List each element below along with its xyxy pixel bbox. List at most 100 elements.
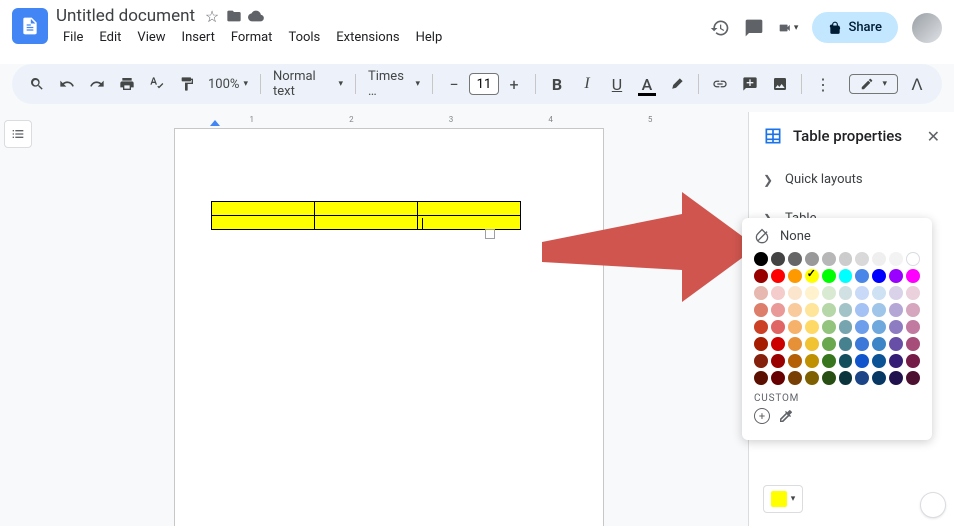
section-quick-layouts[interactable]: ❯Quick layouts [749, 160, 954, 199]
add-custom-color-icon[interactable]: + [754, 408, 770, 424]
insert-link-icon[interactable] [707, 71, 733, 97]
color-swatch[interactable] [872, 269, 886, 283]
color-swatch[interactable] [889, 371, 903, 385]
color-swatch[interactable] [771, 337, 785, 351]
color-swatch[interactable] [822, 371, 836, 385]
meet-icon[interactable]: ▾ [778, 18, 798, 38]
docs-logo[interactable] [12, 8, 48, 44]
spellcheck-icon[interactable] [144, 71, 170, 97]
horizontal-ruler[interactable]: 12345 [166, 112, 736, 128]
menu-format[interactable]: Format [224, 28, 280, 47]
document-table[interactable] [211, 201, 521, 230]
color-swatch[interactable] [788, 286, 802, 300]
color-swatch[interactable] [855, 337, 869, 351]
search-icon[interactable] [24, 71, 50, 97]
help-fab[interactable] [920, 492, 946, 518]
star-icon[interactable]: ☆ [203, 7, 221, 25]
color-swatch[interactable] [805, 371, 819, 385]
table-drag-handle[interactable] [485, 229, 495, 239]
bold-button[interactable]: B [544, 71, 570, 97]
color-swatch[interactable] [754, 354, 768, 368]
editing-mode-button[interactable]: ▾ [849, 74, 898, 94]
comment-icon[interactable] [744, 18, 764, 38]
font-size-decrease[interactable]: − [441, 71, 467, 97]
color-swatch[interactable] [839, 286, 853, 300]
color-swatch[interactable] [822, 303, 836, 317]
eyedropper-icon[interactable] [778, 408, 794, 428]
color-swatch[interactable] [889, 286, 903, 300]
color-swatch[interactable] [906, 252, 920, 266]
zoom-select[interactable]: 100%▾ [204, 77, 252, 92]
color-swatch[interactable] [872, 286, 886, 300]
color-swatch[interactable] [771, 303, 785, 317]
color-swatch[interactable] [872, 371, 886, 385]
active-cell[interactable] [418, 216, 521, 230]
color-swatch[interactable] [839, 303, 853, 317]
paint-format-icon[interactable] [174, 71, 200, 97]
color-swatch[interactable] [839, 252, 853, 266]
move-icon[interactable] [225, 7, 243, 25]
color-swatch[interactable] [822, 354, 836, 368]
color-swatch[interactable] [805, 320, 819, 334]
color-swatch[interactable] [754, 286, 768, 300]
font-size-value[interactable]: 11 [469, 73, 499, 95]
color-swatch[interactable] [754, 303, 768, 317]
color-swatch[interactable] [889, 354, 903, 368]
color-swatch[interactable] [855, 286, 869, 300]
color-swatch[interactable] [839, 269, 853, 283]
color-swatch[interactable] [771, 371, 785, 385]
color-none-option[interactable]: None [754, 228, 920, 252]
color-swatch[interactable] [872, 337, 886, 351]
color-swatch[interactable] [872, 303, 886, 317]
color-swatch[interactable] [855, 269, 869, 283]
color-swatch[interactable] [906, 303, 920, 317]
document-title[interactable]: Untitled document [56, 6, 195, 26]
color-swatch[interactable] [788, 303, 802, 317]
menu-file[interactable]: File [56, 28, 90, 47]
ruler-indent-marker[interactable] [210, 120, 220, 126]
menu-view[interactable]: View [130, 28, 172, 47]
color-swatch[interactable] [771, 252, 785, 266]
menu-insert[interactable]: Insert [175, 28, 222, 47]
color-swatch[interactable] [855, 354, 869, 368]
color-swatch[interactable] [906, 354, 920, 368]
font-size-increase[interactable]: + [501, 71, 527, 97]
color-swatch[interactable] [805, 269, 819, 283]
color-swatch[interactable] [771, 320, 785, 334]
history-icon[interactable] [710, 18, 730, 38]
color-swatch[interactable] [855, 320, 869, 334]
text-color-button[interactable]: A [634, 71, 660, 97]
color-swatch[interactable] [822, 252, 836, 266]
color-swatch[interactable] [906, 320, 920, 334]
font-select[interactable]: Times …▾ [364, 69, 424, 99]
document-page[interactable] [174, 128, 604, 526]
color-swatch[interactable] [788, 269, 802, 283]
menu-edit[interactable]: Edit [92, 28, 128, 47]
color-swatch[interactable] [839, 371, 853, 385]
color-swatch[interactable] [872, 252, 886, 266]
color-swatch[interactable] [788, 371, 802, 385]
italic-button[interactable]: I [574, 71, 600, 97]
color-swatch[interactable] [788, 354, 802, 368]
add-comment-icon[interactable] [737, 71, 763, 97]
color-swatch[interactable] [822, 269, 836, 283]
color-swatch[interactable] [839, 354, 853, 368]
color-swatch[interactable] [889, 269, 903, 283]
cloud-status-icon[interactable] [247, 7, 265, 25]
color-swatch[interactable] [839, 337, 853, 351]
color-swatch[interactable] [855, 303, 869, 317]
color-swatch[interactable] [906, 337, 920, 351]
color-swatch[interactable] [805, 337, 819, 351]
collapse-toolbar-icon[interactable]: ᐱ [904, 71, 930, 97]
print-icon[interactable] [114, 71, 140, 97]
color-swatch[interactable] [872, 354, 886, 368]
color-swatch[interactable] [754, 269, 768, 283]
highlight-button[interactable] [664, 71, 690, 97]
color-swatch[interactable] [889, 252, 903, 266]
more-icon[interactable]: ⋮ [810, 71, 836, 97]
color-swatch[interactable] [855, 252, 869, 266]
color-swatch[interactable] [805, 252, 819, 266]
color-swatch[interactable] [889, 303, 903, 317]
color-swatch[interactable] [771, 354, 785, 368]
redo-icon[interactable] [84, 71, 110, 97]
